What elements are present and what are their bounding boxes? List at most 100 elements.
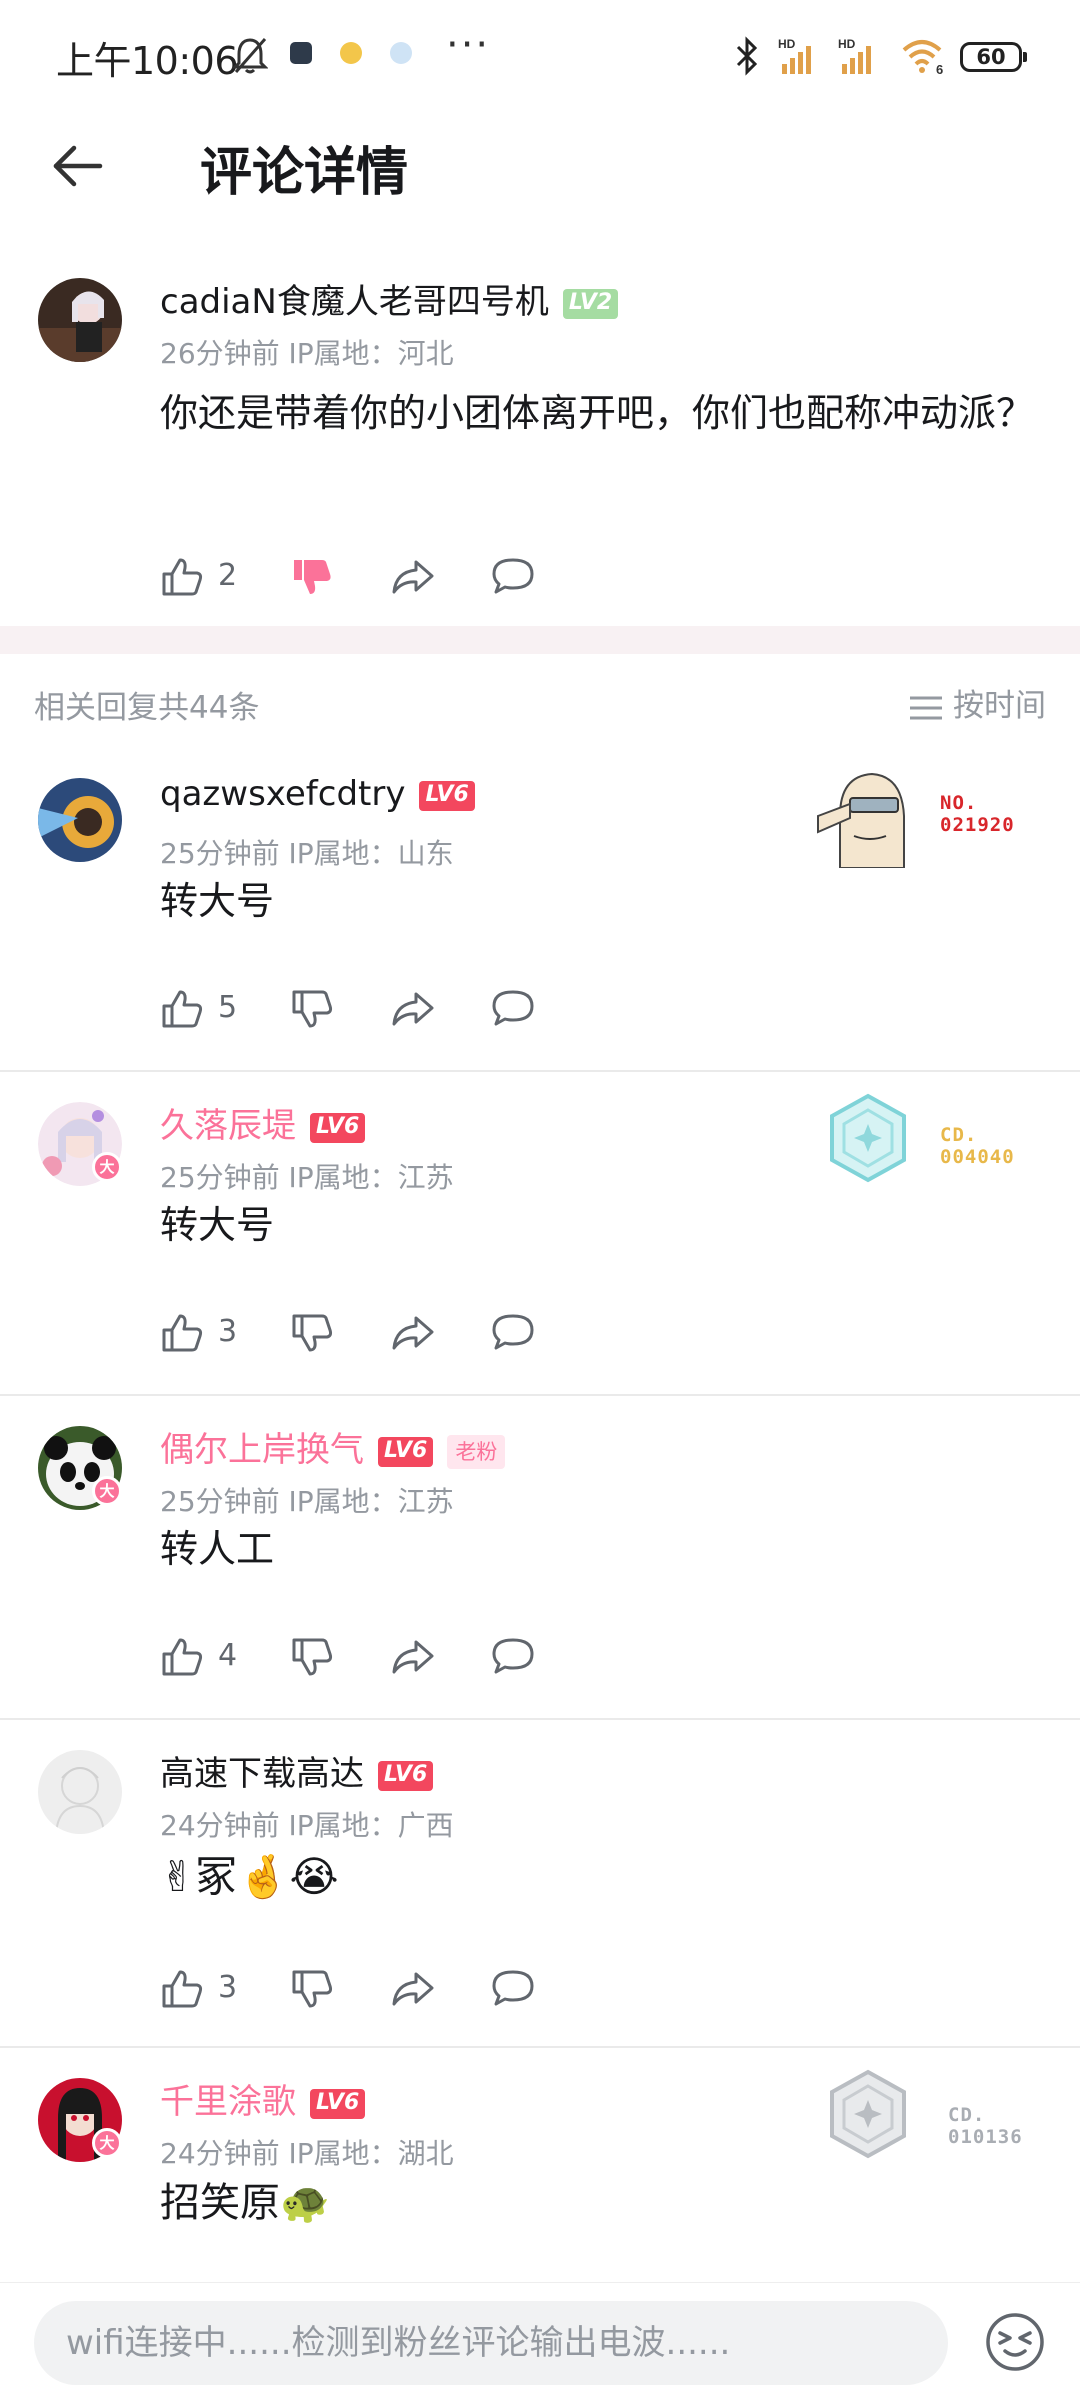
- avatar[interactable]: [38, 1750, 122, 1834]
- share-icon[interactable]: [390, 1636, 436, 1676]
- level-badge: LV6: [419, 780, 475, 811]
- share-icon[interactable]: [390, 556, 436, 596]
- username-text[interactable]: 千里涂歌: [160, 2082, 296, 2122]
- reply-item: 大 千里涂歌 LV6 24分钟前 IP属地：湖北 CD. 010136 招笑原🐢: [0, 2056, 1080, 2282]
- comment-content: 转人工: [160, 1527, 275, 1571]
- bluetooth-icon: [736, 36, 758, 76]
- dislike-icon-active[interactable]: [290, 556, 334, 598]
- comment-decoration-card: NO. 021920: [810, 756, 1050, 869]
- like-count: 2: [218, 558, 238, 593]
- comment-meta: 25分钟前 IP属地：山东: [160, 837, 454, 870]
- emoji-face-icon[interactable]: [984, 2311, 1046, 2373]
- app-notification-icon: [290, 42, 312, 64]
- like-icon[interactable]: [160, 1636, 204, 1678]
- comment-meta: 24分钟前 IP属地：广西: [160, 1809, 454, 1842]
- replies-count: 相关回复共44条: [34, 690, 260, 726]
- avatar[interactable]: [38, 778, 122, 862]
- vip-badge-icon: 大: [92, 1476, 122, 1506]
- decoration-character-image: [810, 756, 926, 869]
- username-text[interactable]: qazwsxefcdtry: [160, 774, 405, 814]
- sort-label[interactable]: 按时间: [953, 688, 1046, 724]
- status-time: 上午10:06: [56, 39, 239, 83]
- comment-meta: 26分钟前 IP属地：河北: [160, 337, 454, 370]
- battery-icon: 60: [960, 42, 1027, 72]
- share-icon[interactable]: [390, 988, 436, 1028]
- username-text[interactable]: 久落辰堤: [160, 1106, 296, 1146]
- dislike-icon[interactable]: [290, 1312, 334, 1354]
- comment-input[interactable]: wifi连接中......检测到粉丝评论输出电波......: [34, 2301, 948, 2385]
- decoration-label: NO.: [940, 792, 978, 814]
- page-title: 评论详情: [200, 143, 409, 203]
- dislike-icon[interactable]: [290, 988, 334, 1030]
- comment-actions: 2: [160, 546, 1040, 606]
- username-text[interactable]: 偶尔上岸换气: [160, 1430, 364, 1470]
- comment-actions: 5: [160, 978, 1040, 1038]
- reply-icon[interactable]: [490, 1312, 536, 1352]
- decoration-number-value: 010136: [948, 2126, 1023, 2148]
- level-badge: LV6: [378, 1760, 434, 1791]
- status-bar: 上午10:06 ··· HD HD 6 60: [0, 0, 1080, 112]
- like-icon[interactable]: [160, 1312, 204, 1354]
- signal-icon: HD: [838, 37, 871, 74]
- comment-actions: 3: [160, 1302, 1040, 1362]
- username[interactable]: 久落辰堤 LV6: [160, 1098, 366, 1147]
- section-separator: [0, 626, 1080, 654]
- comment-decoration-card: CD. 010136: [820, 2066, 1060, 2176]
- comment-meta: 24分钟前 IP属地：湖北: [160, 2137, 454, 2170]
- share-icon[interactable]: [390, 1312, 436, 1352]
- like-count: 3: [218, 1970, 238, 2005]
- comment-decoration-card: CD. 004040: [820, 1090, 1060, 1200]
- comment-content: 招笑原🐢: [160, 2180, 330, 2226]
- like-icon[interactable]: [160, 1968, 204, 2010]
- signal-icon: HD: [778, 37, 811, 74]
- fan-tag: 老粉: [447, 1434, 506, 1469]
- avatar[interactable]: 大: [38, 2078, 122, 2162]
- like-count: 3: [218, 1314, 238, 1349]
- comment-input-bar: wifi连接中......检测到粉丝评论输出电波......: [0, 2282, 1080, 2400]
- hd-label: HD: [778, 37, 796, 51]
- header: 评论详情: [0, 112, 1080, 220]
- like-icon[interactable]: [160, 556, 204, 598]
- level-badge: LV6: [378, 1436, 434, 1467]
- avatar[interactable]: 大: [38, 1102, 122, 1186]
- dislike-icon[interactable]: [290, 1636, 334, 1678]
- username[interactable]: 偶尔上岸换气 LV6 老粉: [160, 1422, 506, 1471]
- decoration-label: CD.: [948, 2104, 986, 2126]
- decoration-number-value: 021920: [940, 814, 1015, 836]
- reply-icon[interactable]: [490, 1636, 536, 1676]
- comment-meta: 25分钟前 IP属地：江苏: [160, 1485, 454, 1518]
- app-notification-icon: [390, 42, 412, 64]
- divider: [0, 1070, 1080, 1072]
- reply-item: 高速下载高达 LV6 24分钟前 IP属地：广西 ✌冢🤞😭 3: [0, 1728, 1080, 2048]
- decoration-number: CD. 004040: [940, 1124, 1015, 1168]
- wifi-sub-label: 6: [936, 62, 943, 76]
- username[interactable]: 千里涂歌 LV6: [160, 2074, 366, 2123]
- main-comment: cadiaN食魔人老哥四号机 LV2 26分钟前 IP属地：河北 你还是带着你的小…: [0, 250, 1080, 630]
- level-badge: LV2: [562, 288, 619, 319]
- like-icon[interactable]: [160, 988, 204, 1030]
- reply-icon[interactable]: [490, 1968, 536, 2008]
- decoration-number: CD. 010136: [948, 2104, 1023, 2148]
- sort-button[interactable]: 按时间: [909, 680, 1046, 725]
- like-count: 4: [218, 1638, 238, 1673]
- avatar[interactable]: [38, 278, 122, 362]
- divider: [0, 2046, 1080, 2048]
- arrow-left-icon[interactable]: [46, 134, 110, 198]
- username[interactable]: 高速下载高达 LV6: [160, 1746, 434, 1795]
- comment-content: 你还是带着你的小团体离开吧，你们也配称冲动派？: [160, 391, 1035, 435]
- comment-content: 转大号: [160, 1203, 275, 1247]
- username-text[interactable]: cadiaN食魔人老哥四号机: [160, 282, 549, 322]
- share-icon[interactable]: [390, 1968, 436, 2008]
- reply-icon[interactable]: [490, 556, 536, 596]
- reply-item: qazwsxefcdtry LV6 25分钟前 IP属地：山东 NO. 021920…: [0, 756, 1080, 1068]
- reply-icon[interactable]: [490, 988, 536, 1028]
- decoration-label: CD.: [940, 1124, 978, 1146]
- avatar[interactable]: 大: [38, 1426, 122, 1510]
- username[interactable]: qazwsxefcdtry LV6: [160, 774, 475, 814]
- username-text[interactable]: 高速下载高达: [160, 1754, 364, 1794]
- comment-content: 转大号: [160, 879, 275, 923]
- dislike-icon[interactable]: [290, 1968, 334, 2010]
- wifi-icon: 6: [902, 40, 943, 76]
- username[interactable]: cadiaN食魔人老哥四号机 LV2: [160, 274, 619, 323]
- comment-content: ✌冢🤞😭: [160, 1852, 339, 1901]
